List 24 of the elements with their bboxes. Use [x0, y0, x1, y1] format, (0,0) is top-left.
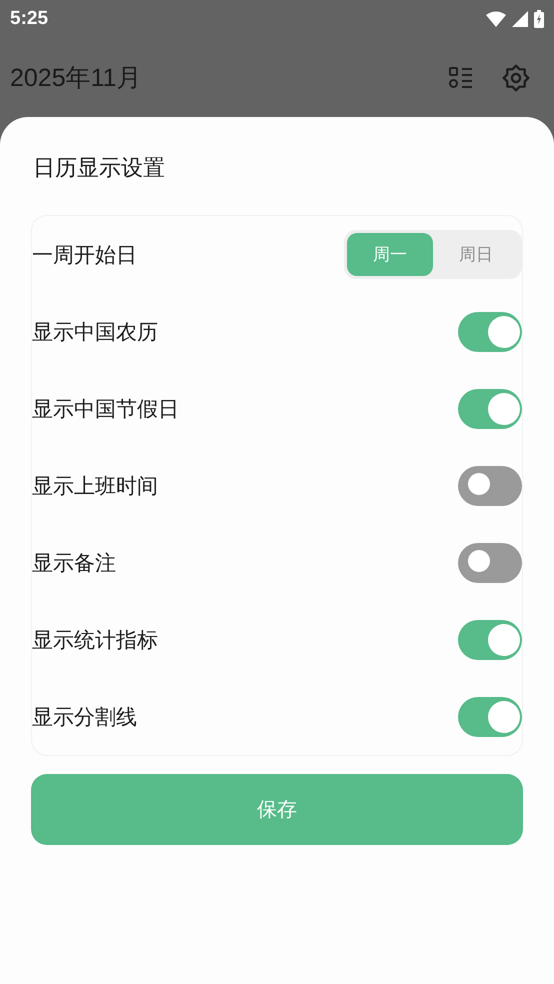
- setting-label: 显示中国农历: [32, 318, 158, 346]
- setting-label: 显示备注: [32, 550, 116, 576]
- list-view-icon[interactable]: [448, 66, 474, 90]
- wifi-icon: [486, 11, 506, 27]
- setting-label: 显示上班时间: [32, 472, 158, 500]
- toggle-switch[interactable]: [458, 696, 522, 736]
- setting-label: 显示分割线: [32, 704, 137, 730]
- status-time: 5:25: [10, 8, 48, 30]
- toggle-switch[interactable]: [458, 620, 522, 660]
- segment-option[interactable]: 周日: [433, 233, 519, 276]
- toggle-switch[interactable]: [458, 466, 522, 506]
- save-button[interactable]: 保存: [31, 774, 523, 845]
- month-title: 2025年11月: [10, 63, 142, 94]
- setting-label: 显示统计指标: [32, 626, 158, 654]
- setting-label: 显示中国节假日: [32, 396, 179, 422]
- signal-icon: [512, 11, 528, 27]
- toggle-switch[interactable]: [458, 312, 522, 352]
- battery-icon: [534, 10, 544, 28]
- toggle-switch[interactable]: [458, 542, 522, 582]
- setting-label: 一周开始日: [32, 242, 137, 268]
- settings-icon[interactable]: [502, 64, 530, 92]
- segment-option[interactable]: 周一: [347, 233, 433, 276]
- toggle-switch[interactable]: [458, 388, 522, 428]
- sheet-title: 日历显示设置: [33, 155, 166, 183]
